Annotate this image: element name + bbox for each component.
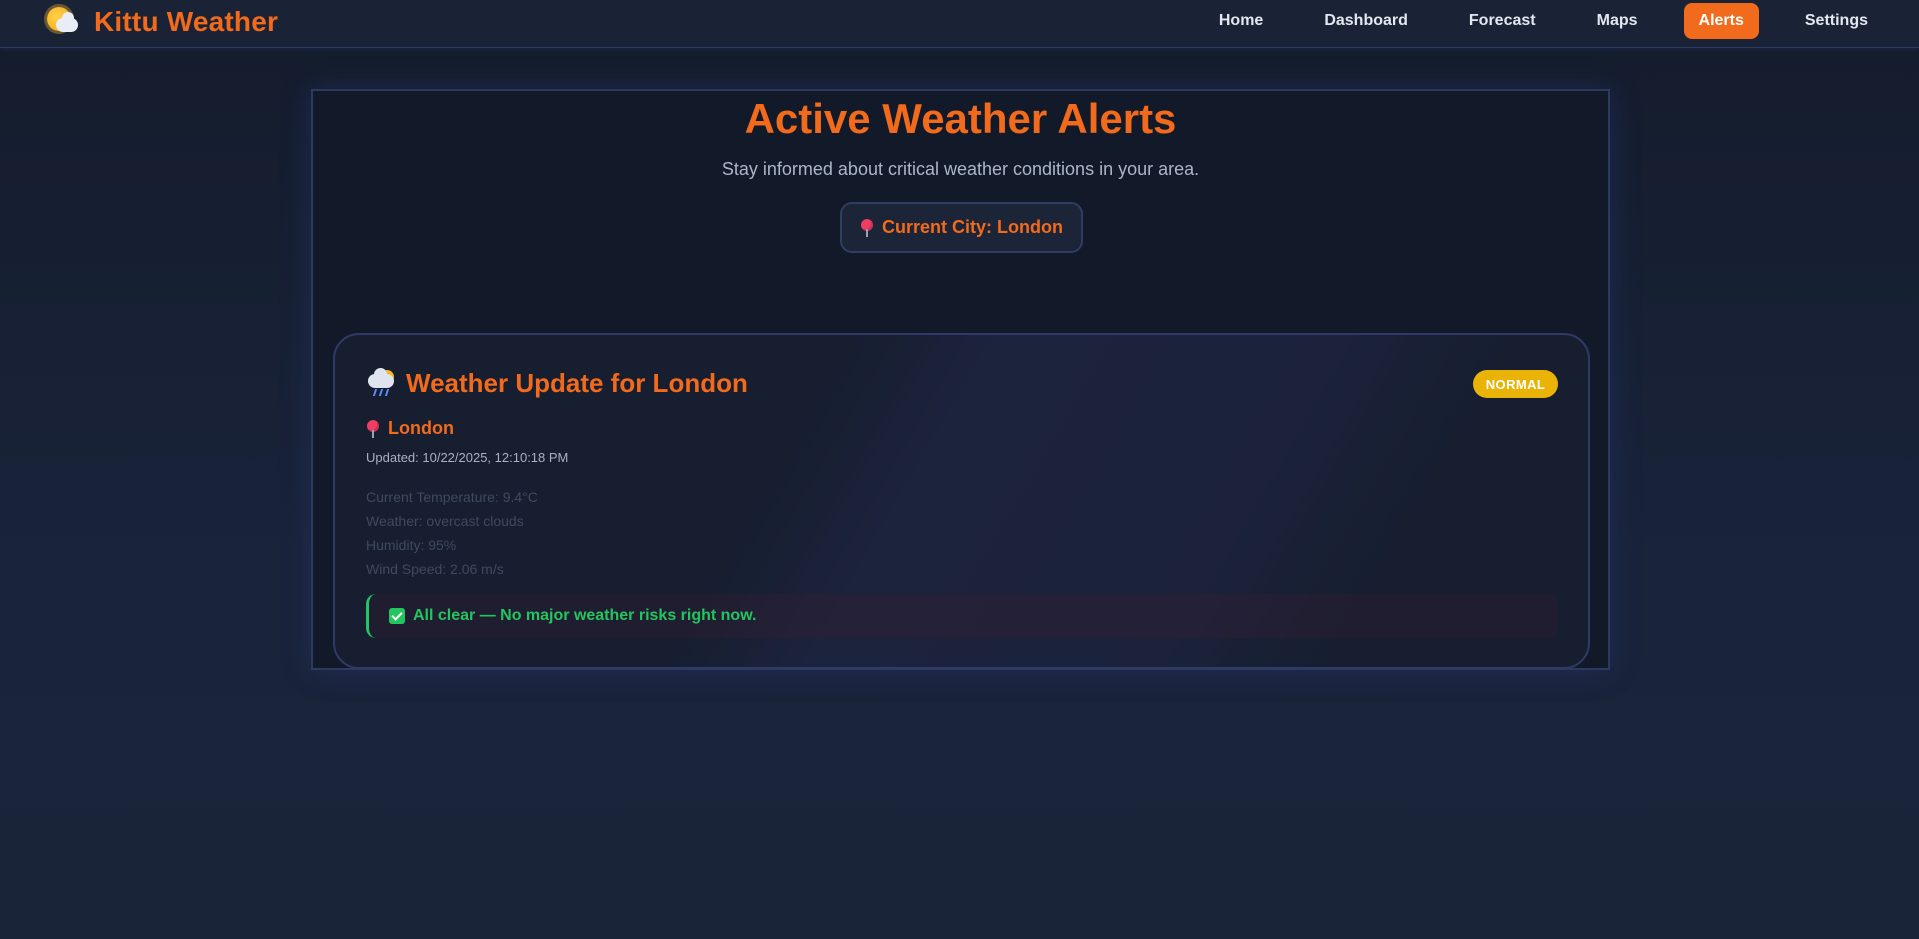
alert-card-header: Weather Update for London — [366, 367, 748, 399]
alert-title: Weather Update for London — [406, 368, 748, 398]
cloud-with-rain-icon — [366, 367, 396, 398]
top-navbar: Kittu Weather Home Dashboard Forecast Ma… — [0, 0, 1919, 48]
sun-behind-cloud-icon — [44, 4, 80, 40]
status-banner: All clear — No major weather risks right… — [366, 594, 1558, 638]
alerts-panel: Active Weather Alerts Stay informed abou… — [311, 89, 1610, 670]
brand[interactable]: Kittu Weather — [44, 0, 278, 44]
page-subtitle: Stay informed about critical weather con… — [721, 159, 1200, 179]
nav-item-dashboard[interactable]: Dashboard — [1309, 3, 1423, 39]
stat-humidity: Humidity: 95% — [366, 537, 457, 553]
pin-icon — [860, 218, 874, 237]
alert-city-label: London — [388, 418, 454, 438]
alert-city: London — [366, 418, 454, 439]
pin-icon — [366, 419, 380, 438]
nav-item-settings[interactable]: Settings — [1790, 3, 1883, 39]
brand-name: Kittu Weather — [94, 6, 279, 37]
page-title: Active Weather Alerts — [744, 95, 1177, 142]
weather-stats: Current Temperature: 9.4°C Weather: over… — [366, 485, 538, 581]
alert-card: Weather Update for London NORMAL London … — [333, 333, 1590, 669]
updated-timestamp: Updated: 10/22/2025, 12:10:18 PM — [366, 450, 569, 465]
current-city-button[interactable]: Current City: London — [840, 202, 1083, 253]
nav-item-home[interactable]: Home — [1204, 3, 1278, 39]
nav-item-alerts[interactable]: Alerts — [1683, 3, 1759, 39]
stat-weather: Weather: overcast clouds — [366, 513, 524, 529]
nav-item-forecast[interactable]: Forecast — [1454, 3, 1551, 39]
stat-wind-speed: Wind Speed: 2.06 m/s — [366, 561, 504, 577]
nav-links: Home Dashboard Forecast Maps Alerts Sett… — [1173, 2, 1883, 40]
status-message: All clear — No major weather risks right… — [413, 607, 757, 624]
current-city-label: Current City: London — [882, 217, 1063, 237]
check-icon — [389, 608, 405, 624]
stat-temperature: Current Temperature: 9.4°C — [366, 489, 538, 505]
nav-item-maps[interactable]: Maps — [1582, 3, 1653, 39]
status-badge: NORMAL — [1473, 370, 1558, 398]
